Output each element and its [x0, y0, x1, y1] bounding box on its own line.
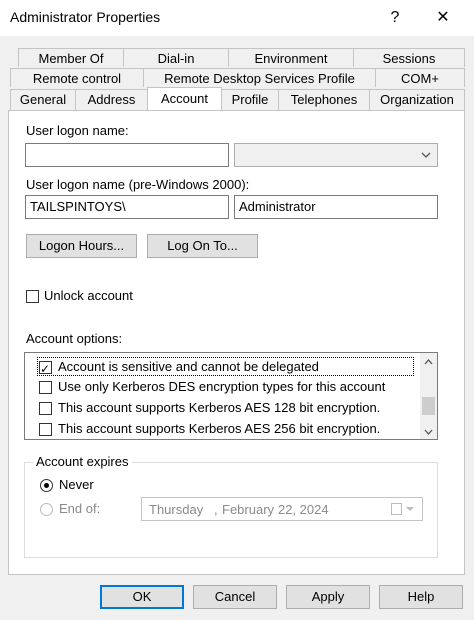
tab-address[interactable]: Address [75, 89, 148, 110]
scroll-up-icon[interactable] [424, 359, 433, 365]
unlock-account-checkbox[interactable] [26, 290, 39, 303]
never-label: Never [59, 477, 94, 492]
cancel-button[interactable]: Cancel [193, 585, 277, 609]
window-title: Administrator Properties [10, 9, 161, 25]
help-icon[interactable]: ? [372, 0, 418, 36]
option-checkbox[interactable] [39, 381, 52, 394]
tab-telephones[interactable]: Telephones [278, 89, 370, 110]
tab-sessions[interactable]: Sessions [353, 48, 465, 67]
never-radio[interactable] [40, 479, 53, 492]
date-separator: , [214, 502, 218, 517]
title-bar: Administrator Properties ? ✕ [0, 0, 474, 36]
end-of-label: End of: [59, 501, 101, 516]
tab-environment[interactable]: Environment [228, 48, 354, 67]
account-options-list[interactable]: Account is sensitive and cannot be deleg… [24, 352, 438, 440]
apply-button[interactable]: Apply [286, 585, 370, 609]
tab-general[interactable]: General [10, 89, 76, 110]
tab-profile[interactable]: Profile [221, 89, 279, 110]
focus-rect [37, 357, 414, 376]
ok-button[interactable]: OK [100, 585, 184, 609]
user-logon-input[interactable] [25, 143, 229, 167]
user-logon-label: User logon name: [26, 123, 129, 138]
unlock-account-label: Unlock account [44, 288, 133, 303]
scroll-down-icon[interactable] [424, 429, 433, 435]
option-checkbox[interactable] [39, 423, 52, 436]
tab-account[interactable]: Account [147, 87, 222, 110]
tab-member-of[interactable]: Member Of [18, 48, 124, 67]
close-icon[interactable]: ✕ [420, 0, 466, 36]
scroll-thumb[interactable] [422, 397, 435, 415]
tab-com-plus[interactable]: COM+ [375, 68, 465, 87]
tab-remote-control[interactable]: Remote control [10, 68, 144, 87]
account-options-label: Account options: [26, 331, 123, 346]
tab-organization[interactable]: Organization [369, 89, 465, 110]
end-of-radio[interactable] [40, 503, 53, 516]
help-button[interactable]: Help [379, 585, 463, 609]
account-expires-label: Account expires [33, 454, 132, 469]
date-weekday: Thursday [149, 502, 204, 517]
log-on-to-button[interactable]: Log On To... [147, 234, 258, 258]
end-of-date-picker[interactable]: Thursday , February 22, 2024 [141, 497, 423, 521]
date-month: February [222, 502, 275, 517]
chevron-down-icon[interactable] [406, 507, 414, 512]
chevron-down-icon [421, 152, 431, 158]
pre2000-label: User logon name (pre-Windows 2000): [26, 177, 250, 192]
logon-hours-button[interactable]: Logon Hours... [26, 234, 137, 258]
vertical-scrollbar[interactable] [420, 353, 437, 439]
option-checkbox[interactable] [39, 402, 52, 415]
upn-suffix-select[interactable] [234, 143, 438, 167]
tab-rds-profile[interactable]: Remote Desktop Services Profile [143, 68, 376, 87]
date-day-year: 22, 2024 [278, 502, 329, 517]
pre2000-name-input[interactable]: Administrator [234, 195, 438, 219]
domain-input[interactable]: TAILSPINTOYS\ [25, 195, 229, 219]
tab-dial-in[interactable]: Dial-in [123, 48, 229, 67]
calendar-icon[interactable] [391, 503, 402, 515]
